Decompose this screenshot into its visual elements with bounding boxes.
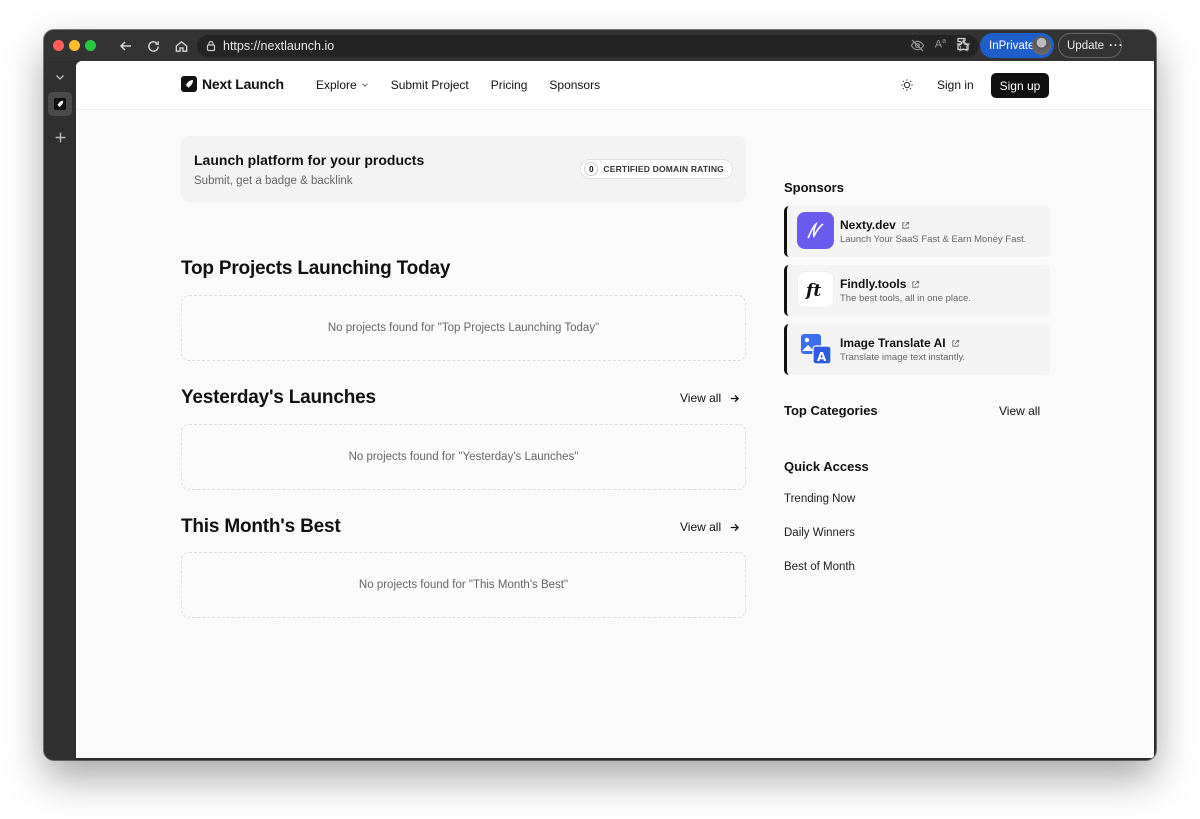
quick-access-daily-winners[interactable]: Daily Winners [784,527,855,539]
sponsor-description: The best tools, all in one place. [840,293,971,304]
rocket-icon [54,98,66,110]
empty-state-yesterday: No projects found for "Yesterday's Launc… [181,424,746,490]
sponsor-name: Findly.tools [840,277,907,291]
update-label: Update [1067,39,1105,52]
external-link-icon [951,339,959,347]
chevron-down-icon [361,83,368,87]
update-button[interactable]: Update ··· [1058,33,1124,58]
view-all-month-link[interactable]: View all [680,520,740,534]
domain-rating-badge[interactable]: 0 CERTIFIED DOMAIN RATING [580,159,733,179]
sponsor-name: Nexty.dev [840,218,896,232]
empty-state-month: No projects found for "This Month's Best… [181,552,746,618]
nav-explore-label: Explore [316,78,357,92]
domain-rating-value: 0 [584,162,599,176]
section-title-today: Top Projects Launching Today [181,258,451,279]
sponsor-name-row: Findly.tools [840,277,920,291]
hero-subtitle: Submit, get a badge & backlink [194,175,353,187]
sign-in-link[interactable]: Sign in [937,78,974,92]
inprivate-profile-button[interactable]: InPrivate [980,33,1054,58]
home-icon[interactable] [171,36,191,56]
quick-access-best-of-month[interactable]: Best of Month [784,561,855,573]
sponsor-description: Launch Your SaaS Fast & Earn Money Fast. [840,234,1027,245]
vertical-tab-strip [44,61,76,760]
empty-state-today: No projects found for "Top Projects Laun… [181,295,746,361]
quick-access-trending[interactable]: Trending Now [784,493,855,505]
sign-up-button[interactable]: Sign up [991,73,1049,98]
sponsor-name: Image Translate AI [840,336,946,350]
page-viewport: Next Launch Explore Submit Project Prici… [76,61,1154,758]
read-aloud-icon[interactable]: Aa [935,38,946,58]
more-icon: ··· [1109,39,1124,52]
avatar [1032,36,1051,55]
sponsor-description: Translate image text instantly. [840,352,966,363]
external-link-icon [902,221,909,229]
arrow-right-icon [730,523,740,531]
chevron-down-icon[interactable] [50,67,70,87]
view-all-label: View all [680,520,722,534]
close-window-button[interactable] [53,40,64,51]
minimize-window-button[interactable] [69,40,80,51]
address-bar[interactable]: https://nextlaunch.io Aa [197,35,979,57]
nav-sponsors[interactable]: Sponsors [549,78,600,92]
inprivate-label: InPrivate [989,39,1035,52]
domain-rating-label: CERTIFIED DOMAIN RATING [603,164,724,174]
svg-text:A: A [817,350,827,364]
svg-text:ft: ft [805,281,821,301]
image-translate-logo-icon: A [797,330,834,367]
sponsor-card-nexty[interactable]: Nexty.dev Launch Your SaaS Fast & Earn M… [784,206,1050,257]
reload-icon[interactable] [143,36,163,56]
section-title-yesterday: Yesterday's Launches [181,387,376,408]
back-icon[interactable] [116,36,136,56]
external-link-icon [912,280,920,288]
hero-card: Launch platform for your products Submit… [181,136,746,202]
sponsor-card-image-translate[interactable]: A Image Translate AI Translate image tex… [784,324,1050,375]
top-categories-heading: Top Categories [784,403,878,418]
findly-logo-icon: ft [797,271,834,308]
browser-toolbar: https://nextlaunch.io Aa InPrivate Updat… [44,30,1156,61]
hero-title: Launch platform for your products [194,152,425,168]
sponsors-heading: Sponsors [784,180,844,195]
sponsor-name-row: Nexty.dev [840,218,910,232]
lock-icon [205,40,217,52]
site-header: Next Launch Explore Submit Project Prici… [76,61,1154,110]
browser-window: https://nextlaunch.io Aa InPrivate Updat… [44,30,1156,760]
sponsor-name-row: Image Translate AI [840,336,960,350]
rocket-icon [181,76,197,92]
zoom-window-button[interactable] [85,40,96,51]
tracking-prevention-icon[interactable] [910,38,925,58]
arrow-right-icon [730,394,740,402]
site-logo[interactable]: Next Launch [181,76,284,92]
nav-pricing[interactable]: Pricing [491,78,528,92]
extensions-icon[interactable] [955,36,971,57]
url-text: https://nextlaunch.io [223,39,335,53]
nav-submit-project[interactable]: Submit Project [391,78,469,92]
nexty-logo-icon [797,212,834,249]
sun-icon[interactable] [900,78,914,97]
sponsor-card-findly[interactable]: ft Findly.tools The best tools, all in o… [784,265,1050,316]
section-title-month: This Month's Best [181,516,341,537]
main-nav: Explore Submit Project Pricing Sponsors [316,78,622,92]
quick-access-heading: Quick Access [784,459,869,474]
categories-view-all-link[interactable]: View all [999,404,1040,418]
view-all-yesterday-link[interactable]: View all [680,391,740,405]
logo-text: Next Launch [202,76,284,92]
view-all-label: View all [680,391,722,405]
new-tab-icon[interactable] [50,127,70,147]
nav-explore[interactable]: Explore [316,78,369,92]
tab-next-launch[interactable] [48,92,72,116]
